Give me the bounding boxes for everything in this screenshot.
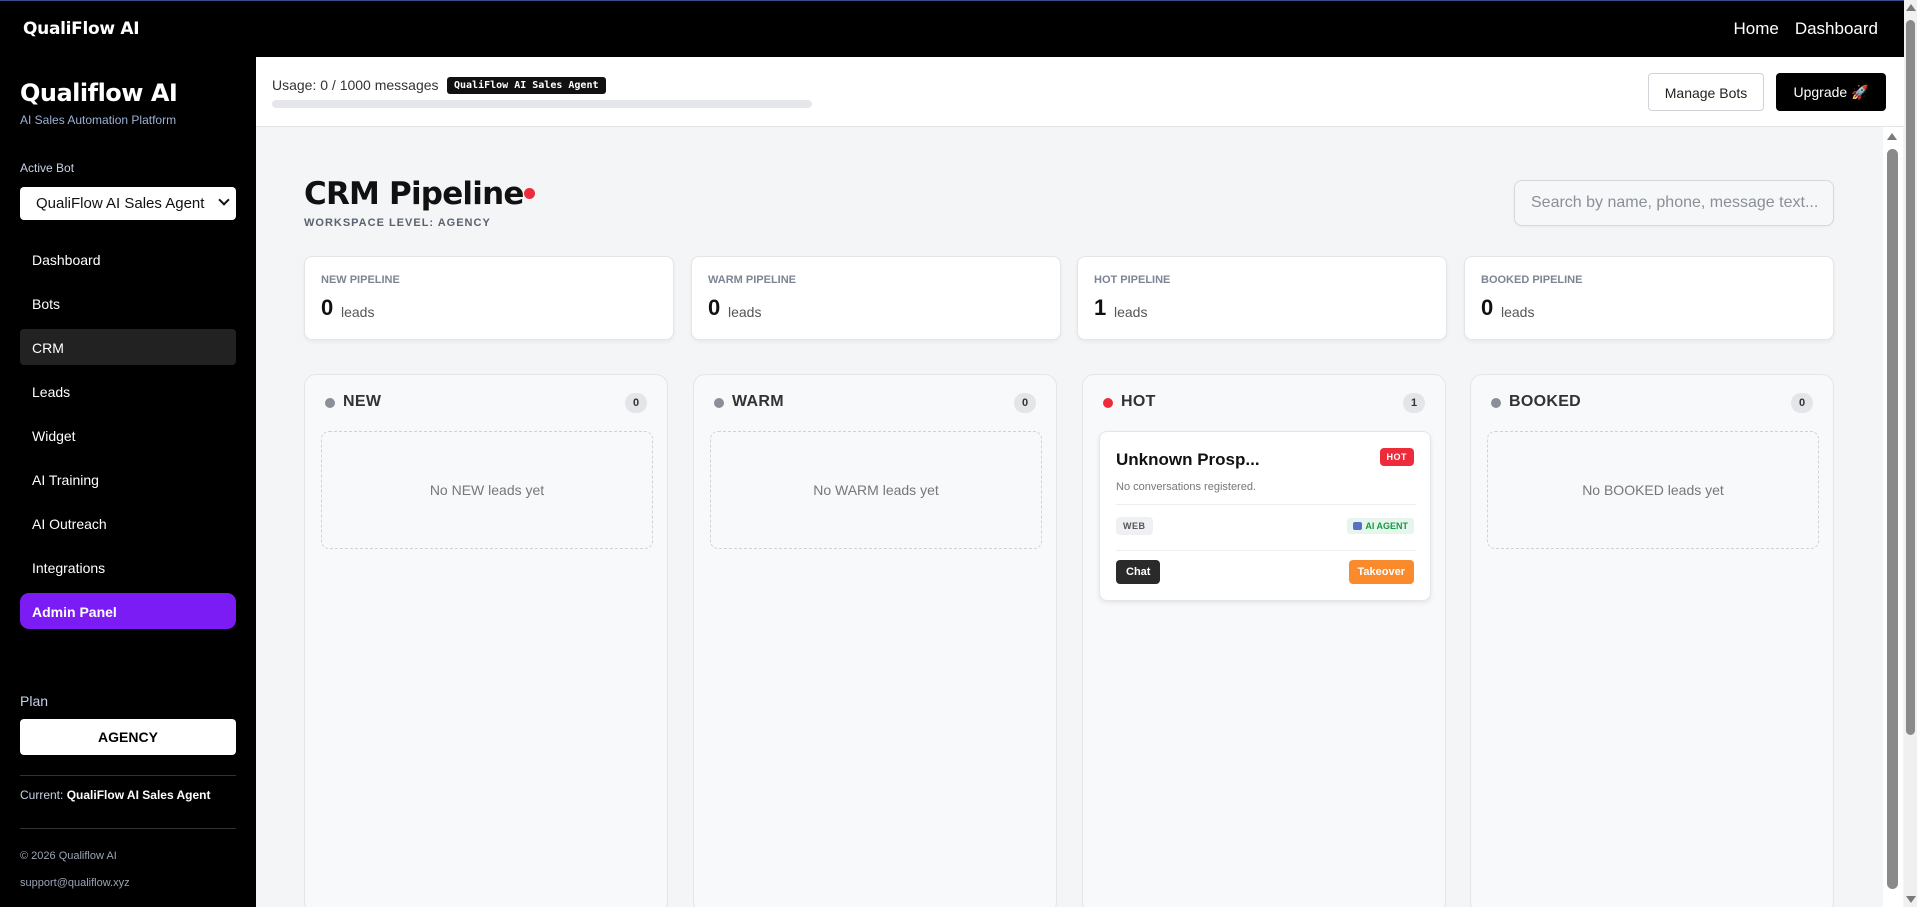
lead-card[interactable]: Unknown Prosp... HOT No conversations re… — [1099, 431, 1431, 601]
top-nav: Home Dashboard — [1733, 19, 1878, 39]
sidebar-item-ai-outreach[interactable]: AI Outreach — [20, 505, 236, 541]
sidebar-item-bots[interactable]: Bots — [20, 285, 236, 321]
sidebar-divider — [20, 775, 236, 776]
brand-logo[interactable]: QualiFlow AI — [23, 19, 140, 39]
stat-unit: leads — [1501, 304, 1535, 320]
column-count-badge: 0 — [1014, 393, 1036, 413]
stat-label: BOOKED PIPELINE — [1481, 274, 1583, 286]
top-navbar: QualiFlow AI Home Dashboard — [0, 0, 1904, 57]
pipeline-column-hot: HOT 1 Unknown Prosp... HOT No conversati… — [1082, 374, 1446, 907]
lead-name[interactable]: Unknown Prosp... — [1116, 450, 1260, 470]
copyright: © 2026 Qualiflow AI — [20, 850, 117, 862]
admin-panel-button[interactable]: Admin Panel — [20, 593, 236, 629]
stat-card-booked: BOOKED PIPELINE 0 leads — [1464, 256, 1834, 340]
stat-label: WARM PIPELINE — [708, 274, 797, 286]
empty-column-placeholder: No NEW leads yet — [321, 431, 653, 549]
live-status-dot — [524, 188, 535, 199]
current-bot-value: QualiFlow AI Sales Agent — [66, 788, 211, 802]
empty-column-placeholder: No WARM leads yet — [710, 431, 1042, 549]
stat-unit: leads — [1114, 304, 1148, 320]
active-bot-value: QualiFlow AI Sales Agent — [36, 195, 205, 212]
pipeline-column-booked: BOOKED 0 No BOOKED leads yet — [1470, 374, 1834, 907]
pipeline-column-warm: WARM 0 No WARM leads yet — [693, 374, 1057, 907]
scroll-down-arrow-icon[interactable] — [1906, 896, 1916, 903]
lead-description: No conversations registered. — [1116, 481, 1257, 493]
sidebar: Qualiflow AI AI Sales Automation Platfor… — [0, 57, 256, 907]
source-badge: WEB — [1116, 517, 1153, 535]
status-dot — [1103, 398, 1113, 408]
stat-label: NEW PIPELINE — [321, 274, 400, 286]
manage-bots-button[interactable]: Manage Bots — [1648, 73, 1764, 111]
sidebar-item-crm[interactable]: CRM — [20, 329, 236, 365]
stat-label: HOT PIPELINE — [1094, 274, 1171, 286]
ai-agent-badge: AI AGENT — [1347, 518, 1414, 534]
stat-value: 0 — [321, 295, 334, 320]
current-bot: Current: QualiFlow AI Sales Agent — [20, 788, 211, 802]
column-title: NEW — [343, 393, 382, 410]
hot-badge: HOT — [1379, 448, 1414, 466]
column-count-badge: 0 — [1791, 393, 1813, 413]
column-count-badge: 1 — [1403, 393, 1425, 413]
current-bot-label: Current: — [20, 788, 64, 802]
nav-link-dashboard[interactable]: Dashboard — [1795, 19, 1878, 39]
empty-column-placeholder: No BOOKED leads yet — [1487, 431, 1819, 549]
scrollbar-thumb[interactable] — [1887, 149, 1898, 889]
column-title: WARM — [732, 393, 784, 410]
column-count-badge: 0 — [625, 393, 647, 413]
plan-badge: AGENCY — [20, 719, 236, 755]
sidebar-nav: Dashboard Bots CRM Leads Widget AI Train… — [20, 241, 236, 637]
workspace-level: WORKSPACE LEVEL: AGENCY — [304, 217, 491, 229]
upgrade-button[interactable]: Upgrade 🚀 — [1776, 73, 1886, 111]
sidebar-divider — [20, 828, 236, 829]
sidebar-item-widget[interactable]: Widget — [20, 417, 236, 453]
stat-card-new: NEW PIPELINE 0 leads — [304, 256, 674, 340]
ai-agent-label: AI AGENT — [1365, 521, 1408, 531]
scroll-up-arrow-icon[interactable] — [1887, 133, 1897, 140]
robot-icon — [1353, 522, 1363, 530]
sidebar-item-leads[interactable]: Leads — [20, 373, 236, 409]
sidebar-item-integrations[interactable]: Integrations — [20, 549, 236, 585]
nav-link-home[interactable]: Home — [1733, 19, 1778, 39]
page-title: CRM Pipeline — [304, 176, 524, 212]
stat-value: 0 — [708, 295, 721, 320]
takeover-button[interactable]: Takeover — [1348, 560, 1414, 584]
sidebar-subtitle: AI Sales Automation Platform — [20, 113, 177, 127]
sidebar-title: Qualiflow AI — [20, 79, 178, 107]
scrollbar-thumb[interactable] — [1906, 20, 1915, 735]
page-scrollbar[interactable] — [1904, 0, 1917, 907]
stat-value: 0 — [1481, 295, 1494, 320]
agent-tag: QualiFlow AI Sales Agent — [447, 77, 606, 94]
usage-progress-bar — [272, 100, 812, 108]
active-bot-label: Active Bot — [20, 161, 75, 175]
column-title: HOT — [1121, 393, 1156, 410]
stat-unit: leads — [728, 304, 762, 320]
stat-unit: leads — [341, 304, 375, 320]
card-divider — [1116, 550, 1416, 551]
content-scrollbar[interactable] — [1883, 127, 1903, 907]
card-divider — [1116, 504, 1416, 505]
stat-card-hot: HOT PIPELINE 1 leads — [1077, 256, 1447, 340]
stat-value: 1 — [1094, 295, 1107, 320]
column-title: BOOKED — [1509, 393, 1582, 410]
pipeline-column-new: NEW 0 No NEW leads yet — [304, 374, 668, 907]
plan-label: Plan — [20, 693, 49, 709]
active-bot-select[interactable]: QualiFlow AI Sales Agent — [20, 187, 236, 220]
chat-button[interactable]: Chat — [1116, 560, 1161, 584]
status-dot — [325, 398, 335, 408]
status-dot — [714, 398, 724, 408]
status-dot — [1491, 398, 1501, 408]
usage-header: Usage: 0 / 1000 messages QualiFlow AI Sa… — [256, 57, 1904, 127]
sidebar-item-dashboard[interactable]: Dashboard — [20, 241, 236, 277]
usage-text: Usage: 0 / 1000 messages — [272, 77, 439, 93]
scroll-up-arrow-icon[interactable] — [1906, 4, 1916, 11]
sidebar-item-ai-training[interactable]: AI Training — [20, 461, 236, 497]
search-input[interactable]: Search by name, phone, message text... — [1514, 180, 1834, 226]
stat-card-warm: WARM PIPELINE 0 leads — [691, 256, 1061, 340]
chevron-down-icon — [218, 194, 230, 206]
support-email[interactable]: support@qualiflow.xyz — [20, 877, 130, 889]
